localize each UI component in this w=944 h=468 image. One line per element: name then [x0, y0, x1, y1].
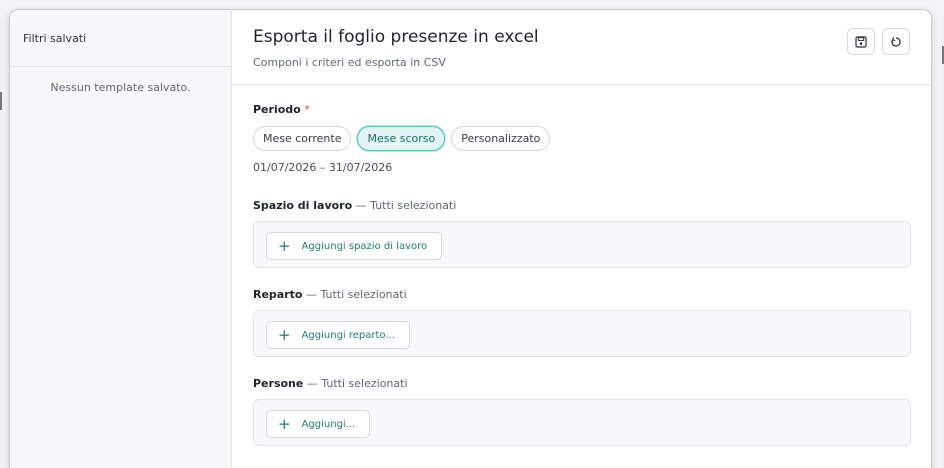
reset-button[interactable] — [882, 28, 910, 55]
period-options: Mese corrente Mese scorso Personalizzato — [253, 126, 551, 151]
period-option-custom[interactable]: Personalizzato — [451, 126, 551, 151]
period-date-range: 01/07/2026 – 31/07/2026 — [253, 161, 393, 174]
required-mark: * — [304, 103, 310, 116]
save-template-button[interactable] — [847, 28, 875, 55]
floppy-disk-icon — [855, 35, 867, 48]
saved-filters-sidebar: Filtri salvati Nessun template salvato. — [10, 10, 232, 468]
people-status: — Tutti selezionati — [306, 377, 408, 390]
plus-icon: + — [278, 236, 291, 255]
page-title: Esporta il foglio presenze in excel — [253, 27, 539, 47]
people-selection-box: + Aggiungi... — [253, 399, 911, 446]
period-option-current-month[interactable]: Mese corrente — [253, 126, 352, 151]
department-selection-box: + Aggiungi reparto... — [253, 310, 911, 357]
plus-icon: + — [278, 414, 291, 433]
plus-icon: + — [278, 325, 291, 344]
people-label: Persone — Tutti selezionati — [253, 377, 408, 390]
add-department-button[interactable]: + Aggiungi reparto... — [266, 321, 410, 349]
period-option-last-month[interactable]: Mese scorso — [357, 126, 446, 151]
main-panel: Esporta il foglio presenze in excel Comp… — [232, 10, 931, 468]
page-subtitle: Componi i criteri ed esporta in CSV — [253, 56, 446, 69]
workspace-label: Spazio di lavoro — Tutti selezionati — [253, 199, 456, 212]
screen: Filtri salvati Nessun template salvato. … — [0, 0, 944, 468]
department-label-text: Reparto — [253, 288, 303, 301]
panel-header: Esporta il foglio presenze in excel Comp… — [232, 10, 931, 85]
add-people-button[interactable]: + Aggiungi... — [266, 410, 371, 438]
add-workspace-button[interactable]: + Aggiungi spazio di lavoro — [266, 232, 443, 260]
add-people-label: Aggiungi... — [301, 418, 356, 430]
add-department-label: Aggiungi reparto... — [301, 329, 395, 341]
refresh-icon — [891, 36, 901, 47]
period-label-text: Periodo — [253, 103, 301, 116]
workspace-selection-box: + Aggiungi spazio di lavoro — [253, 221, 911, 268]
department-status: — Tutti selezionati — [305, 288, 407, 301]
export-modal: Filtri salvati Nessun template salvato. … — [10, 10, 931, 468]
sidebar-empty-message: Nessun template salvato. — [50, 81, 191, 94]
people-label-text: Persone — [253, 377, 304, 390]
workspace-status: — Tutti selezionati — [355, 199, 457, 212]
department-label: Reparto — Tutti selezionati — [253, 288, 407, 301]
background-edge — [0, 92, 2, 110]
period-label: Periodo * — [253, 103, 310, 116]
sidebar-title: Filtri salvati — [10, 10, 231, 67]
add-workspace-label: Aggiungi spazio di lavoro — [301, 240, 428, 252]
workspace-label-text: Spazio di lavoro — [253, 199, 353, 212]
